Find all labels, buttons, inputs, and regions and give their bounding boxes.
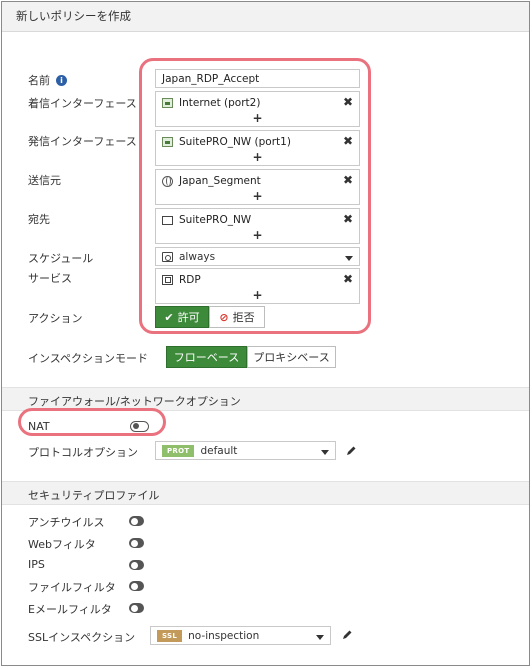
- accept-button-label: 許可: [177, 311, 200, 324]
- name-label: 名前 i: [28, 72, 67, 88]
- destination-field[interactable]: SuitePRO_NW ✖ +: [155, 208, 360, 244]
- proxy-based-button[interactable]: プロキシベース: [247, 346, 336, 368]
- address-icon: [162, 215, 173, 225]
- file-filter-toggle[interactable]: [129, 581, 144, 591]
- nat-label: NAT: [28, 420, 50, 433]
- info-icon[interactable]: i: [56, 75, 67, 86]
- dialog-title: 新しいポリシーを作成: [2, 2, 529, 32]
- incoming-interface-label: 着信インターフェース: [28, 97, 137, 110]
- close-icon[interactable]: ✖: [343, 272, 353, 286]
- destination-entry: SuitePRO_NW: [162, 214, 251, 226]
- firewall-network-section-title: ファイアウォール/ネットワークオプション: [28, 395, 241, 408]
- email-filter-label: Eメールフィルタ: [28, 603, 112, 616]
- name-input[interactable]: Japan_RDP_Accept: [155, 69, 360, 88]
- deny-icon: ⊘: [219, 310, 229, 324]
- protocol-badge: PROT: [162, 445, 195, 457]
- service-icon: [162, 275, 173, 285]
- service-value: RDP: [179, 274, 201, 286]
- close-icon[interactable]: ✖: [343, 134, 353, 148]
- flow-based-label: フローベース: [173, 351, 240, 364]
- file-filter-label: ファイルフィルタ: [28, 581, 116, 594]
- web-filter-label: Webフィルタ: [28, 538, 96, 551]
- chevron-down-icon: [316, 635, 324, 640]
- antivirus-label: アンチウイルス: [28, 516, 105, 529]
- ssl-inspection-select[interactable]: SSL no-inspection: [150, 626, 331, 645]
- inspection-mode-label: インスペクションモード: [28, 352, 149, 365]
- outgoing-interface-value: SuitePRO_NW (port1): [179, 136, 291, 148]
- accept-button[interactable]: ✔ 許可: [155, 306, 209, 328]
- schedule-label: スケジュール: [28, 252, 94, 265]
- plus-icon[interactable]: +: [156, 189, 359, 203]
- ssl-inspection-label: SSLインスペクション: [28, 631, 136, 644]
- port-icon: [162, 137, 173, 147]
- firewall-network-section: ファイアウォール/ネットワークオプション: [2, 387, 529, 411]
- deny-button-label: 拒否: [232, 311, 255, 324]
- name-input-value: Japan_RDP_Accept: [162, 73, 260, 85]
- protocol-options-value: default: [200, 445, 238, 457]
- chevron-down-icon: [321, 450, 329, 455]
- check-icon: ✔: [164, 310, 174, 324]
- security-profiles-section-title: セキュリティプロファイル: [28, 489, 160, 502]
- web-filter-toggle[interactable]: [129, 538, 144, 548]
- close-icon[interactable]: ✖: [343, 212, 353, 226]
- source-label: 送信元: [28, 174, 61, 187]
- plus-icon[interactable]: +: [156, 150, 359, 164]
- plus-icon[interactable]: +: [156, 288, 359, 302]
- policy-dialog: 新しいポリシーを作成 名前 i Japan_RDP_Accept 着信インターフェ…: [1, 1, 530, 666]
- email-filter-toggle[interactable]: [129, 603, 144, 613]
- outgoing-interface-entry: SuitePRO_NW (port1): [162, 136, 291, 148]
- ssl-inspection-value: no-inspection: [188, 630, 260, 642]
- nat-toggle[interactable]: [130, 421, 149, 432]
- service-entry: RDP: [162, 274, 201, 286]
- close-icon[interactable]: ✖: [343, 95, 353, 109]
- schedule-value: always: [179, 251, 216, 263]
- ips-toggle[interactable]: [129, 560, 144, 570]
- globe-icon: [162, 175, 173, 187]
- destination-label: 宛先: [28, 213, 50, 226]
- source-value: Japan_Segment: [179, 175, 261, 187]
- proxy-based-label: プロキシベース: [253, 351, 330, 364]
- chevron-down-icon: [345, 256, 353, 261]
- service-label: サービス: [28, 272, 72, 285]
- deny-button[interactable]: ⊘ 拒否: [209, 306, 265, 328]
- ips-label: IPS: [28, 558, 45, 571]
- pencil-icon[interactable]: [345, 445, 357, 457]
- ssl-inspection-select-value: SSL no-inspection: [157, 630, 259, 642]
- close-icon[interactable]: ✖: [343, 173, 353, 187]
- protocol-options-select-value: PROT default: [162, 445, 237, 457]
- incoming-interface-value: Internet (port2): [179, 97, 261, 109]
- schedule-select[interactable]: always: [155, 247, 360, 266]
- flow-based-button[interactable]: フローベース: [166, 346, 247, 368]
- incoming-interface-field[interactable]: Internet (port2) ✖ +: [155, 91, 360, 127]
- plus-icon[interactable]: +: [156, 228, 359, 242]
- outgoing-interface-label: 発信インターフェース: [28, 135, 137, 148]
- ssl-badge: SSL: [157, 630, 183, 642]
- action-label: アクション: [28, 312, 83, 325]
- plus-icon[interactable]: +: [156, 111, 359, 125]
- source-field[interactable]: Japan_Segment ✖ +: [155, 169, 360, 205]
- port-icon: [162, 98, 173, 108]
- name-label-text: 名前: [28, 74, 50, 87]
- pencil-icon[interactable]: [341, 629, 353, 641]
- service-field[interactable]: RDP ✖ +: [155, 268, 360, 304]
- protocol-options-label: プロトコルオプション: [28, 446, 138, 459]
- schedule-icon: [162, 252, 173, 262]
- source-entry: Japan_Segment: [162, 175, 261, 187]
- destination-value: SuitePRO_NW: [179, 214, 252, 226]
- schedule-select-value: always: [162, 251, 215, 263]
- antivirus-toggle[interactable]: [129, 516, 144, 526]
- security-profiles-section: セキュリティプロファイル: [2, 481, 529, 505]
- outgoing-interface-field[interactable]: SuitePRO_NW (port1) ✖ +: [155, 130, 360, 166]
- incoming-interface-entry: Internet (port2): [162, 97, 260, 109]
- protocol-options-select[interactable]: PROT default: [155, 441, 336, 460]
